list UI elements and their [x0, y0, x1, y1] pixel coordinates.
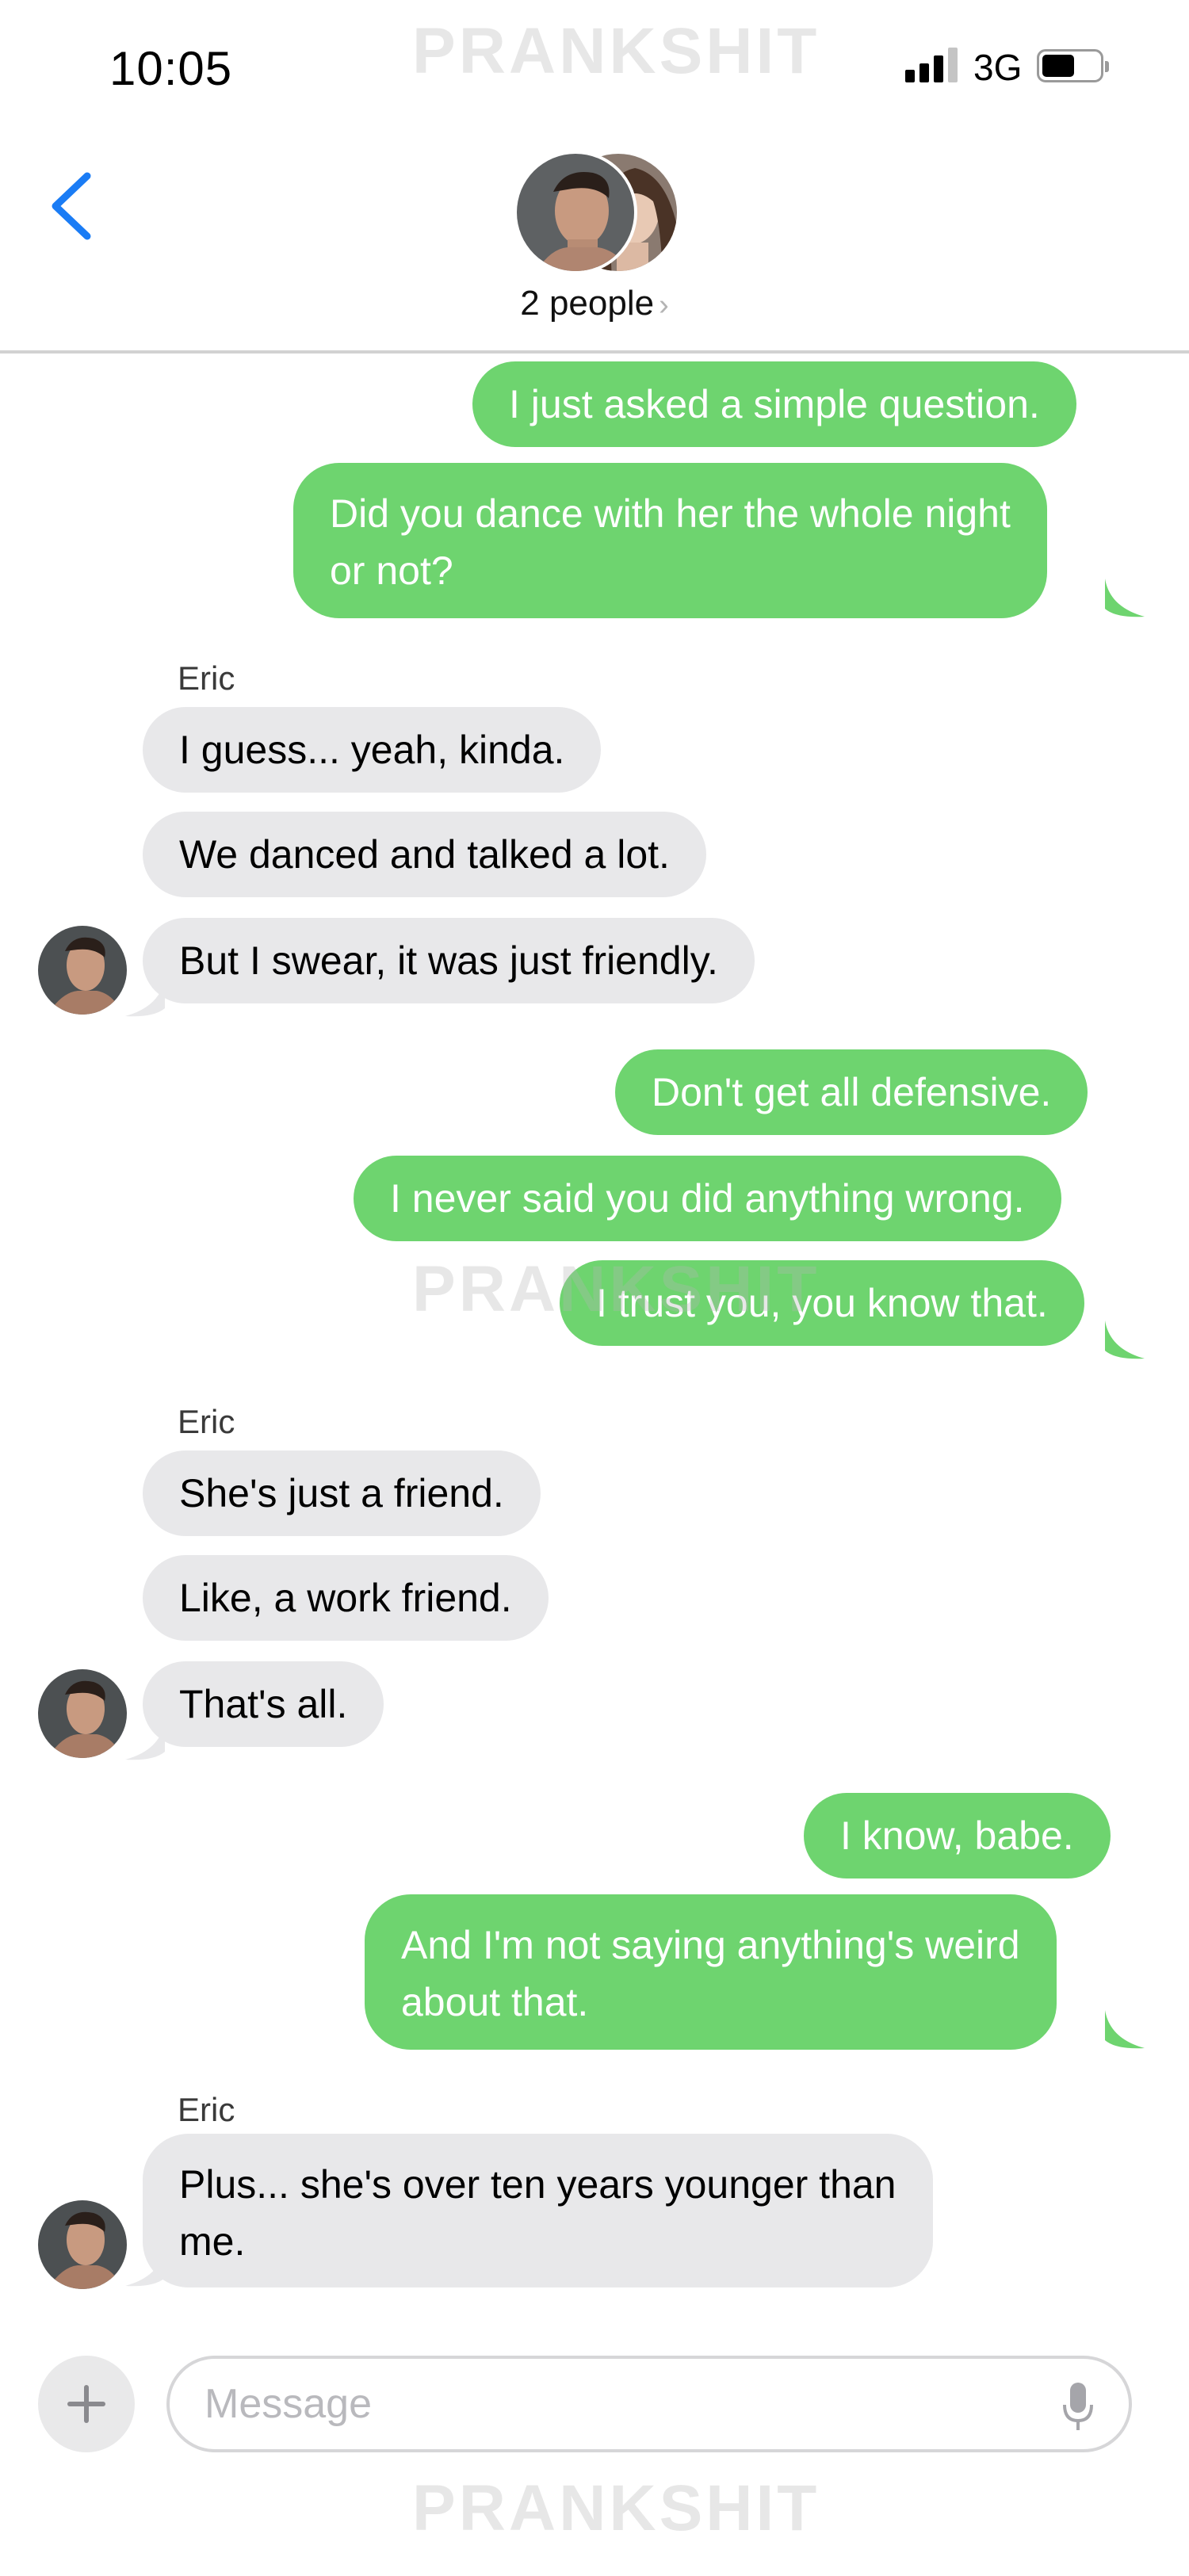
message-bubble-incoming[interactable]: Plus... she's over ten years younger tha…: [143, 2134, 933, 2287]
message-bubble-incoming[interactable]: We danced and talked a lot.: [143, 812, 706, 897]
bubble-tail: [125, 978, 165, 1017]
bubble-tail: [1105, 2010, 1145, 2049]
message-bubble-incoming[interactable]: That's all.: [143, 1661, 384, 1747]
group-name[interactable]: 2 people ›: [0, 284, 1189, 323]
message-text: I just asked a simple question.: [509, 382, 1040, 426]
message-text: I know, babe.: [840, 1814, 1074, 1858]
message-bubble-outgoing[interactable]: I trust you, you know that.: [560, 1260, 1084, 1346]
message-text: Plus... she's over ten years younger tha…: [179, 2162, 897, 2207]
message-input[interactable]: [205, 2378, 997, 2430]
avatar-man: [514, 151, 637, 274]
message-bubble-outgoing[interactable]: Don't get all defensive.: [615, 1049, 1088, 1135]
message-text: Did you dance with her the whole night: [330, 491, 1011, 536]
message-bubble-incoming[interactable]: She's just a friend.: [143, 1450, 541, 1536]
message-text: We danced and talked a lot.: [179, 832, 670, 877]
message-bubble-outgoing[interactable]: And I'm not saying anything's weird abou…: [365, 1894, 1057, 2050]
bubble-tail: [1105, 1320, 1145, 1359]
message-text: I never said you did anything wrong.: [390, 1176, 1025, 1221]
message-bubble-outgoing[interactable]: I never said you did anything wrong.: [354, 1156, 1061, 1241]
message-text: about that.: [401, 1980, 589, 2024]
message-text: And I'm not saying anything's weird: [401, 1923, 1020, 1967]
message-text: She's just a friend.: [179, 1471, 504, 1515]
watermark: PRANKSHIT: [412, 2472, 820, 2544]
message-bubble-incoming[interactable]: But I swear, it was just friendly.: [143, 918, 755, 1003]
message-text: I guess... yeah, kinda.: [179, 728, 565, 772]
sender-name: Eric: [178, 659, 235, 697]
bubble-tail: [125, 1722, 165, 1760]
message-bubble-outgoing[interactable]: I just asked a simple question.: [472, 361, 1076, 447]
message-text: Like, a work friend.: [179, 1576, 512, 1620]
back-button[interactable]: [40, 166, 103, 246]
message-text: That's all.: [179, 1682, 348, 1726]
signal-strength-icon: [905, 46, 959, 82]
message-text: Don't get all defensive.: [652, 1070, 1052, 1114]
chevron-left-icon: [52, 172, 91, 240]
group-name-label: 2 people: [520, 284, 655, 323]
message-bubble-outgoing[interactable]: I know, babe.: [804, 1793, 1111, 1878]
sender-name: Eric: [178, 1403, 235, 1440]
chevron-right-icon: ›: [659, 289, 669, 322]
message-text: But I swear, it was just friendly.: [179, 938, 718, 983]
message-field[interactable]: [166, 2356, 1132, 2452]
status-bar: 10:05 3G: [0, 0, 1189, 135]
message-bubble-incoming[interactable]: Like, a work friend.: [143, 1555, 549, 1641]
avatar-eric[interactable]: [38, 1669, 127, 1758]
sender-name: Eric: [178, 2091, 235, 2128]
bubble-tail: [1105, 579, 1145, 617]
add-attachment-button[interactable]: [38, 2356, 135, 2452]
avatar-eric[interactable]: [38, 2200, 127, 2289]
battery-icon: [1037, 49, 1109, 82]
message-text: or not?: [330, 548, 453, 593]
message-bubble-outgoing[interactable]: Did you dance with her the whole night o…: [293, 463, 1047, 618]
network-type: 3G: [973, 47, 1023, 88]
bubble-tail: [125, 2248, 165, 2287]
message-text: me.: [179, 2219, 246, 2264]
composer-bar: PRANKSHIT: [0, 2322, 1189, 2576]
avatar-eric[interactable]: [38, 926, 127, 1015]
message-bubble-incoming[interactable]: I guess... yeah, kinda.: [143, 707, 602, 793]
message-text: I trust you, you know that.: [596, 1281, 1048, 1325]
group-avatars[interactable]: [514, 151, 680, 277]
conversation-header: 2 people ›: [0, 135, 1189, 354]
microphone-icon[interactable]: [1062, 2381, 1094, 2433]
status-time: 10:05: [109, 42, 233, 95]
